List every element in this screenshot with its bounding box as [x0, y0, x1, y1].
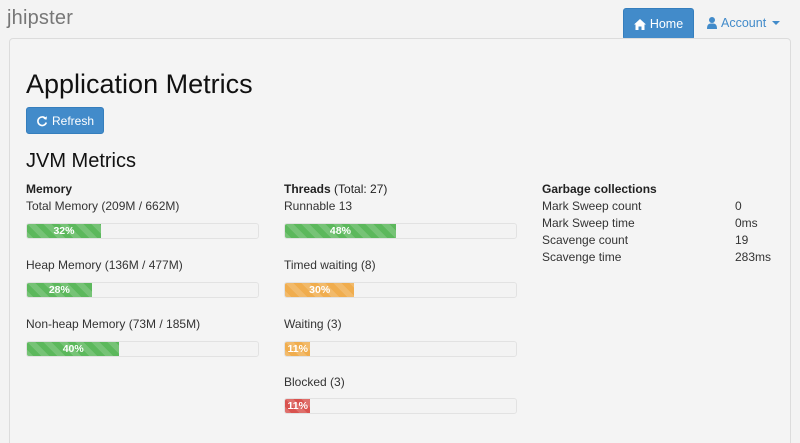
blocked-label: Blocked (3): [284, 375, 345, 389]
gc-key: Scavenge count: [542, 233, 629, 247]
refresh-button[interactable]: Refresh: [26, 107, 104, 134]
gc-value: 0ms: [735, 216, 758, 230]
waiting-label: Waiting (3): [284, 317, 342, 331]
non-heap-memory-label: Non-heap Memory (73M / 185M): [26, 317, 201, 331]
gc-heading: Garbage collections: [542, 182, 657, 196]
account-label: Account: [721, 16, 767, 30]
heap-memory-progress: 28%: [26, 282, 259, 298]
refresh-label: Refresh: [51, 113, 95, 128]
runnable-label: Runnable 13: [284, 199, 353, 213]
blocked-progress: 11%: [284, 398, 517, 414]
refresh-icon: [36, 115, 48, 127]
waiting-progress: 11%: [284, 341, 517, 357]
gc-key: Scavenge time: [542, 250, 622, 264]
progress-bar-fill: 11%: [285, 342, 311, 356]
chevron-down-icon: [772, 21, 781, 25]
non-heap-memory-progress: 40%: [26, 341, 259, 357]
memory-heading-label: Memory: [26, 182, 73, 196]
timed-waiting-progress: 30%: [284, 282, 517, 298]
gc-key: Mark Sweep count: [542, 199, 642, 213]
memory-heading: Memory: [26, 182, 72, 196]
gc-value: 283ms: [735, 250, 772, 264]
total-memory-label: Total Memory (209M / 662M): [26, 199, 180, 213]
progress-bar-fill: 40%: [27, 342, 120, 356]
user-icon: [707, 17, 717, 29]
progress-bar-fill: 11%: [285, 399, 311, 413]
account-menu[interactable]: Account: [707, 16, 781, 30]
page-title: Application Metrics: [26, 69, 253, 99]
home-label: Home: [649, 17, 684, 31]
progress-bar-fill: 28%: [27, 283, 92, 297]
progress-bar-fill: 32%: [27, 224, 101, 238]
gc-heading-label: Garbage collections: [542, 182, 657, 196]
threads-total: (Total: 27): [334, 182, 388, 196]
home-icon: [633, 18, 646, 30]
threads-heading-label: Threads: [284, 182, 331, 196]
threads-heading: Threads (Total: 27): [284, 182, 387, 196]
gc-value: 19: [735, 233, 749, 247]
gc-key: Mark Sweep time: [542, 216, 635, 230]
heap-memory-label: Heap Memory (136M / 477M): [26, 258, 183, 272]
total-memory-progress: 32%: [26, 223, 259, 239]
gc-value: 0: [735, 199, 742, 213]
home-button[interactable]: Home: [623, 8, 694, 40]
timed-waiting-label: Timed waiting (8): [284, 258, 376, 272]
progress-bar-fill: 48%: [285, 224, 396, 238]
jvm-metrics-title: JVM Metrics: [26, 150, 136, 172]
brand-logo[interactable]: jhipster: [7, 7, 73, 30]
progress-bar-fill: 30%: [285, 283, 355, 297]
navbar: jhipster Home Account: [0, 0, 800, 40]
runnable-progress: 48%: [284, 223, 517, 239]
